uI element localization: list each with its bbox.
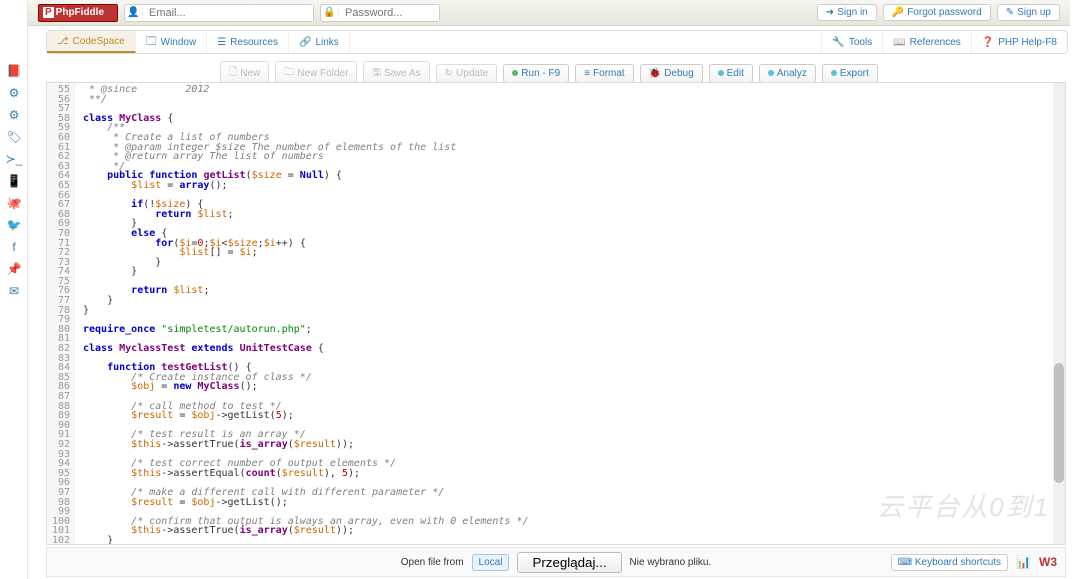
tab-right-0[interactable]: 🔧 Tools [821,31,882,53]
debug-button[interactable]: 🐞 Debug [640,64,703,83]
rail-icon-1[interactable]: ⚙ [0,82,28,104]
rail-icon-7[interactable]: 🐦 [0,214,28,236]
password-field[interactable] [339,5,439,21]
rail-icon-8[interactable]: f [0,236,28,258]
run-button[interactable]: Run - F9 [503,64,569,83]
main-column: PPhpFiddle 👤 🔒 ➜ Sign in 🔑 Forgot passwo… [28,0,1070,579]
brand-logo[interactable]: PPhpFiddle [38,4,118,22]
rail-icon-6[interactable]: 🐙 [0,192,28,214]
scrollbar-thumb[interactable] [1054,363,1064,483]
tab-codespace[interactable]: ⎇ CodeSpace [47,31,136,53]
tabbar: ⎇ CodeSpace🗔 Window☰ Resources🔗 Links 🔧 T… [46,30,1068,54]
edit-button[interactable]: Edit [709,64,753,83]
tab-right-2[interactable]: ❓ PHP Help-F8 [971,31,1067,53]
left-rail: 📕⚙⚙🏷≻_📱🐙🐦f📌✉ [0,0,28,579]
export-button[interactable]: Export [822,64,878,83]
forgot-password-button[interactable]: 🔑 Forgot password [883,4,991,21]
tab-icon: 🔧 [832,37,844,48]
line-gutter: 55 56 57 58 59 60 61 62 63 64 65 66 67 6… [47,83,75,544]
keyboard-shortcuts-button[interactable]: ⌨ Keyboard shortcuts [891,554,1008,571]
tab-right-1[interactable]: 📖 References [882,31,971,53]
tab-icon: 📖 [893,37,905,48]
code-editor[interactable]: 55 56 57 58 59 60 61 62 63 64 65 66 67 6… [46,82,1066,545]
update-button[interactable]: ↻ Update [436,64,498,83]
rail-icon-3[interactable]: 🏷 [0,126,28,148]
rail-icon-5[interactable]: 📱 [0,170,28,192]
no-file-label: Nie wybrano pliku. [630,557,712,568]
lock-icon: 🔒 [321,7,339,18]
rail-icon-4[interactable]: ≻_ [0,148,28,170]
w3c-icon[interactable]: W3 [1039,555,1057,569]
stats-icon[interactable]: 📊 [1016,555,1031,569]
topbar: PPhpFiddle 👤 🔒 ➜ Sign in 🔑 Forgot passwo… [28,0,1070,26]
tab-icon: ⎇ [57,36,69,47]
email-field[interactable] [143,5,313,21]
local-badge[interactable]: Local [472,554,510,571]
tab-resources[interactable]: ☰ Resources [207,31,289,53]
vertical-scrollbar[interactable] [1053,83,1065,544]
footer-bar: Open file from Local Przeglądaj... Nie w… [46,547,1066,577]
tab-icon: 🗔 [146,34,157,51]
format-button[interactable]: ≡ Format [575,64,634,83]
password-group: 🔒 [320,4,440,22]
rail-icon-10[interactable]: ✉ [0,280,28,302]
rail-icon-2[interactable]: ⚙ [0,104,28,126]
rail-icon-0[interactable]: 📕 [0,60,28,82]
signin-button[interactable]: ➜ Sign in [817,4,877,21]
user-icon: 👤 [125,7,143,18]
tab-window[interactable]: 🗔 Window [136,31,207,53]
signup-button[interactable]: ✎ Sign up [997,4,1060,21]
browse-button[interactable]: Przeglądaj... [517,552,621,573]
code-area[interactable]: * @since 2012 **/ class MyClass { /** * … [75,83,1051,544]
email-group: 👤 [124,4,314,22]
tab-links[interactable]: 🔗 Links [289,31,350,53]
rail-icon-9[interactable]: 📌 [0,258,28,280]
tab-icon: ☰ [217,37,226,48]
open-from-label: Open file from [401,557,464,568]
tab-icon: ❓ [982,37,994,48]
analyze-button[interactable]: Analyz [759,64,816,83]
tab-icon: 🔗 [299,37,311,48]
